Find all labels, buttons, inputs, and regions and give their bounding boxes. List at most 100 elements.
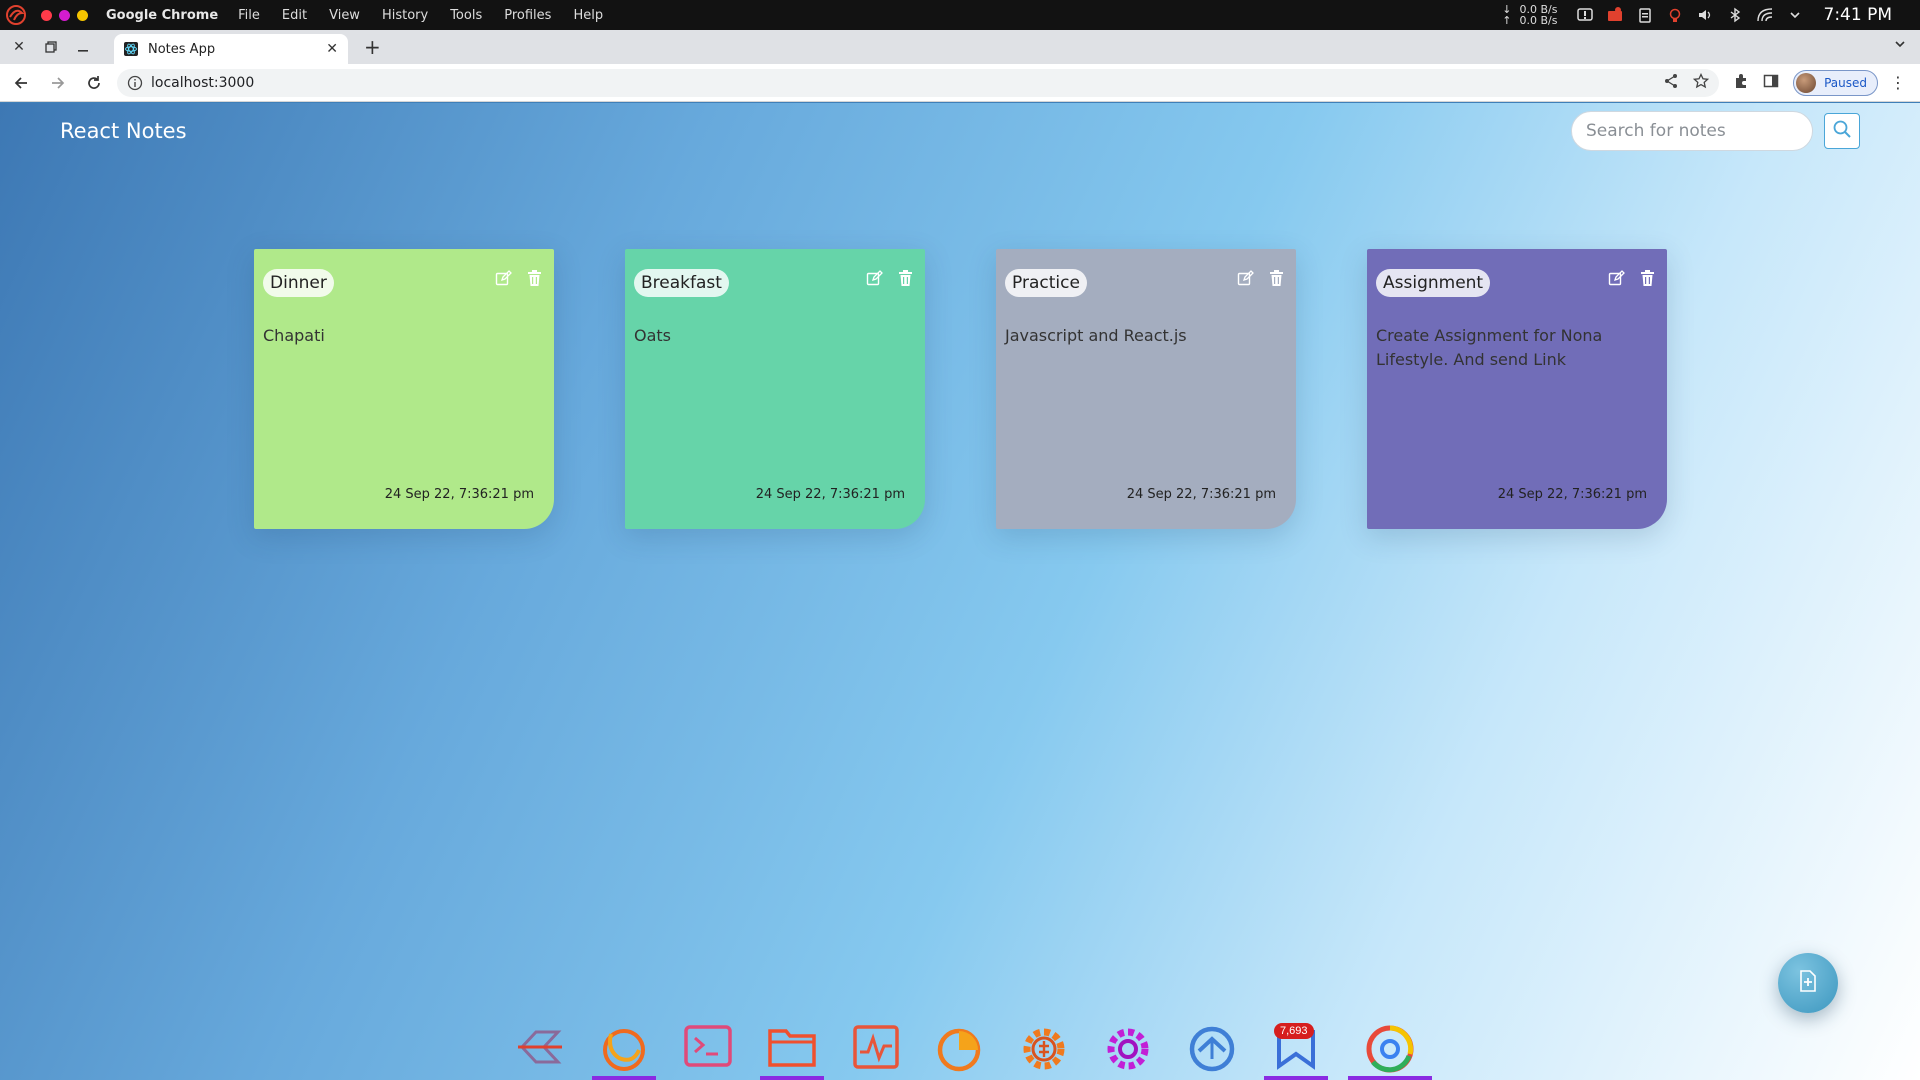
chrome-icon — [1365, 1024, 1415, 1080]
menu-edit[interactable]: Edit — [282, 8, 307, 23]
edit-icon[interactable] — [494, 269, 513, 288]
note-date: 24 Sep 22, 7:36:21 pm — [1497, 487, 1647, 502]
note-title: Assignment — [1376, 269, 1491, 297]
extensions-puzzle-icon[interactable] — [1733, 73, 1749, 93]
tab-notes-app[interactable]: Notes App ✕ — [114, 34, 348, 64]
dock-item-chrome[interactable] — [1348, 1012, 1432, 1080]
zorin-icon — [514, 1024, 566, 1080]
dock-item-disk-usage[interactable] — [928, 1012, 992, 1080]
edit-icon[interactable] — [1607, 269, 1626, 288]
os-top-bar: Google Chrome File Edit View History Too… — [0, 0, 1920, 30]
note-body: Chapati — [263, 326, 325, 345]
note-card[interactable]: Breakfast Oats 24 Sep 22, 7:36:21 pm — [625, 249, 925, 529]
delete-trash-icon[interactable] — [896, 269, 915, 288]
note-card[interactable]: Dinner Chapati 24 Sep 22, 7:36:21 pm — [254, 249, 554, 529]
timeshift-icon — [1187, 1024, 1237, 1080]
dock-item-bookmarks[interactable]: 7,693 — [1264, 1012, 1328, 1080]
delete-trash-icon[interactable] — [1638, 269, 1657, 288]
delete-trash-icon[interactable] — [1267, 269, 1286, 288]
address-bar[interactable]: localhost:3000 — [117, 68, 1720, 97]
wifi-icon[interactable] — [1756, 6, 1774, 24]
forward-arrow-icon[interactable] — [42, 75, 72, 91]
site-info-icon[interactable] — [127, 75, 143, 91]
back-arrow-icon[interactable] — [6, 75, 36, 91]
note-card[interactable]: Practice Javascript and React.js 24 Sep … — [996, 249, 1296, 529]
note-body: Oats — [634, 326, 672, 345]
network-arrows-icon: ↓ ↑ — [1502, 3, 1512, 27]
menu-view[interactable]: View — [329, 8, 360, 23]
files-icon — [767, 1024, 817, 1080]
note-title: Breakfast — [634, 269, 729, 297]
dock-item-files[interactable] — [760, 1012, 824, 1080]
share-icon[interactable] — [1663, 73, 1679, 93]
record-icon[interactable] — [1606, 6, 1624, 24]
chevron-down-icon[interactable] — [1786, 6, 1804, 24]
firefox-icon — [599, 1024, 649, 1080]
profile-button[interactable]: Paused — [1793, 69, 1878, 96]
profile-status: Paused — [1824, 75, 1867, 90]
tab-search-chevron-icon[interactable] — [1894, 38, 1906, 54]
notification-alert-icon[interactable] — [1576, 6, 1594, 24]
menu-file[interactable]: File — [238, 8, 260, 23]
os-logo-icon[interactable] — [3, 2, 29, 28]
minimize-icon[interactable] — [74, 38, 92, 56]
note-card[interactable]: Assignment Create Assignment for Nona Li… — [1367, 249, 1667, 529]
url-text[interactable]: localhost:3000 — [151, 75, 1663, 91]
dock-item-zorin[interactable] — [508, 1012, 572, 1080]
running-indicator — [592, 1076, 656, 1080]
menu-help[interactable]: Help — [573, 8, 603, 23]
disk-usage-icon — [935, 1024, 985, 1080]
note-title: Dinner — [263, 269, 334, 297]
bookmark-star-icon[interactable] — [1692, 72, 1710, 93]
reload-icon[interactable] — [79, 75, 109, 91]
dock-item-settings[interactable] — [1012, 1012, 1076, 1080]
clipboard-icon[interactable] — [1636, 6, 1654, 24]
menu-history[interactable]: History — [382, 8, 428, 23]
terminal-icon — [683, 1024, 733, 1080]
dock-item-timeshift[interactable] — [1180, 1012, 1244, 1080]
menu-tools[interactable]: Tools — [450, 8, 482, 23]
net-up-speed: 0.0 B/s — [1519, 14, 1558, 27]
react-favicon-icon — [124, 42, 138, 56]
search-input[interactable] — [1571, 111, 1813, 151]
tweaks-icon — [1103, 1024, 1153, 1080]
restore-icon[interactable] — [42, 38, 60, 56]
dock-item-system-monitor[interactable] — [844, 1012, 908, 1080]
browser-toolbar: localhost:3000 Paused ⋮ — [0, 64, 1920, 102]
tab-close-icon[interactable]: ✕ — [326, 41, 338, 57]
close-window-dot[interactable] — [41, 9, 52, 21]
running-indicator — [1348, 1076, 1432, 1080]
side-panel-icon[interactable] — [1763, 73, 1779, 93]
edit-icon[interactable] — [1236, 269, 1255, 288]
dock-item-tweaks[interactable] — [1096, 1012, 1160, 1080]
running-indicator — [760, 1076, 824, 1080]
new-tab-button[interactable]: + — [364, 30, 381, 64]
menu-profiles[interactable]: Profiles — [504, 8, 551, 23]
browser-menu-kebab-icon[interactable]: ⋮ — [1890, 73, 1906, 92]
edit-icon[interactable] — [865, 269, 884, 288]
note-body: Javascript and React.js — [1005, 326, 1187, 345]
system-monitor-icon — [852, 1024, 900, 1080]
delete-trash-icon[interactable] — [525, 269, 544, 288]
notes-grid: Dinner Chapati 24 Sep 22, 7:36:21 pm Bre… — [254, 249, 1667, 529]
note-body: Create Assignment for Nona Lifestyle. An… — [1376, 326, 1603, 369]
active-app-name: Google Chrome — [106, 7, 219, 23]
notification-badge: 7,693 — [1274, 1023, 1314, 1039]
dock-item-terminal[interactable] — [676, 1012, 740, 1080]
search-button[interactable] — [1824, 113, 1860, 149]
note-title: Practice — [1005, 269, 1087, 297]
caffeine-bulb-icon[interactable] — [1666, 6, 1684, 24]
network-speed-indicator: ↓ ↑ 0.0 B/s 0.0 B/s — [1502, 4, 1557, 26]
note-date: 24 Sep 22, 7:36:21 pm — [755, 487, 905, 502]
close-icon[interactable]: ✕ — [10, 38, 28, 56]
window-traffic-lights — [41, 9, 88, 21]
add-note-button[interactable] — [1778, 953, 1838, 1013]
notes-app-page: React Notes Dinner Chapati 24 Sep 22, 7:… — [0, 103, 1920, 1080]
dock-item-firefox[interactable] — [592, 1012, 656, 1080]
maximize-window-dot[interactable] — [77, 9, 88, 21]
minimize-window-dot[interactable] — [59, 9, 70, 21]
page-title: React Notes — [60, 119, 187, 143]
system-clock[interactable]: 7:41 PM — [1824, 5, 1893, 25]
bluetooth-icon[interactable] — [1726, 6, 1744, 24]
volume-icon[interactable] — [1696, 6, 1714, 24]
